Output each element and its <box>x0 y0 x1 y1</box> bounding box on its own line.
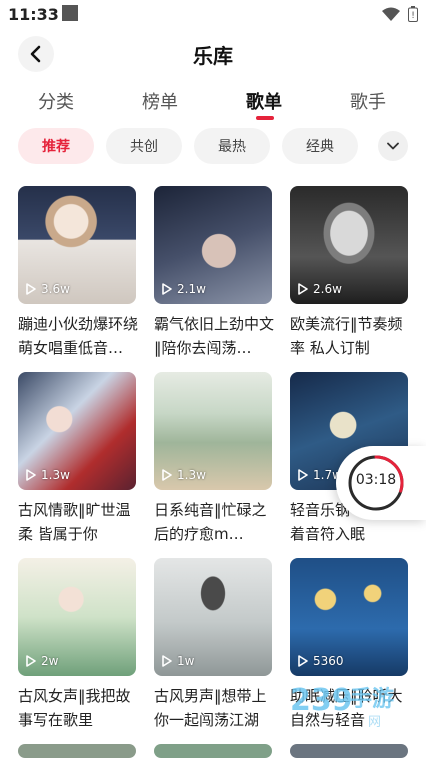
playlist-cover <box>154 744 272 758</box>
filter-chip-recommended[interactable]: 推荐 <box>18 128 94 164</box>
watermark-logo: 239 手游 网 <box>290 683 394 730</box>
playlist-cover <box>18 744 136 758</box>
expand-filters-button[interactable] <box>378 131 408 161</box>
playlist-title: 古风男声‖想带上你一起闯荡江湖 <box>154 687 267 729</box>
svg-text:网: 网 <box>368 715 381 730</box>
playlist-cover: 1w <box>154 558 272 676</box>
play-icon <box>162 283 172 295</box>
status-icons: ! <box>382 6 418 22</box>
play-icon <box>298 283 308 295</box>
svg-text:239: 239 <box>290 683 353 718</box>
tab-artists[interactable]: 歌手 <box>350 88 386 114</box>
notification-icon <box>62 5 78 21</box>
timer-label: 03:18 <box>355 472 397 488</box>
playlist-cover: 2.1w <box>154 186 272 304</box>
play-count: 3.6w <box>26 282 70 296</box>
playlist-cover: 3.6w <box>18 186 136 304</box>
play-count: 1.3w <box>26 468 70 482</box>
playlist-title: 古风女声‖我把故事写在歌里 <box>18 687 131 729</box>
playlist-cover <box>290 744 408 758</box>
tab-indicator <box>256 116 274 120</box>
play-icon <box>26 469 36 481</box>
header: 乐库 <box>0 32 426 78</box>
play-count-value: 1.3w <box>41 468 70 482</box>
play-icon <box>298 469 308 481</box>
page-title: 乐库 <box>193 44 233 68</box>
play-icon <box>162 469 172 481</box>
playlist-title: 古风情歌‖旷世温柔 皆属于你 <box>18 501 131 543</box>
play-count-value: 2.6w <box>313 282 342 296</box>
tab-charts[interactable]: 榜单 <box>142 88 178 114</box>
play-count: 1w <box>162 654 194 668</box>
playlist-cover: 5360 <box>290 558 408 676</box>
playlist-cover: 2w <box>18 558 136 676</box>
play-count: 1.3w <box>162 468 206 482</box>
status-bar: 11:33 ! <box>0 0 426 30</box>
playlist-title: 霸气依旧上劲中文‖陪你去闯荡… <box>154 315 275 357</box>
filter-bar: 推荐 共创 最热 经典 <box>0 128 426 166</box>
play-count-value: 2w <box>41 654 59 668</box>
tab-bar: 分类 榜单 歌单 歌手 <box>0 84 426 124</box>
playlist-cover: 2.6w <box>290 186 408 304</box>
play-count-value: 1.3w <box>177 468 206 482</box>
playlist-cover: 1.3w <box>154 372 272 490</box>
play-count-value: 3.6w <box>41 282 70 296</box>
battery-icon: ! <box>408 6 418 22</box>
play-icon <box>162 655 172 667</box>
play-icon <box>26 283 36 295</box>
wifi-icon <box>382 7 400 21</box>
playlist-cover: 1.3w <box>18 372 136 490</box>
filter-chip-classic[interactable]: 经典 <box>282 128 358 164</box>
play-count-value: 5360 <box>313 654 344 668</box>
sleep-timer-bubble[interactable]: 03:18 <box>336 446 426 520</box>
play-icon <box>298 655 308 667</box>
play-count: 5360 <box>298 654 344 668</box>
status-time: 11:33 <box>8 5 59 24</box>
tab-playlists[interactable]: 歌单 <box>246 88 282 114</box>
chevron-down-icon <box>387 142 399 150</box>
filter-chip-cocreate[interactable]: 共创 <box>106 128 182 164</box>
playlist-title: 日系纯音‖忙碌之后的疗愈m… <box>154 501 267 543</box>
play-count-value: 2.1w <box>177 282 206 296</box>
play-icon <box>26 655 36 667</box>
filter-chip-hottest[interactable]: 最热 <box>194 128 270 164</box>
svg-text:手游: 手游 <box>350 686 394 712</box>
playlist-title: 欧美流行‖节奏频率 私人订制 <box>290 315 403 357</box>
play-count: 2.6w <box>298 282 342 296</box>
tab-category[interactable]: 分类 <box>38 88 74 114</box>
svg-text:!: ! <box>411 11 415 21</box>
play-count: 2.1w <box>162 282 206 296</box>
play-count: 2w <box>26 654 58 668</box>
playlist-title: 蹦迪小伙劲爆环绕萌女唱重低音… <box>18 315 139 357</box>
play-count-value: 1w <box>177 654 195 668</box>
